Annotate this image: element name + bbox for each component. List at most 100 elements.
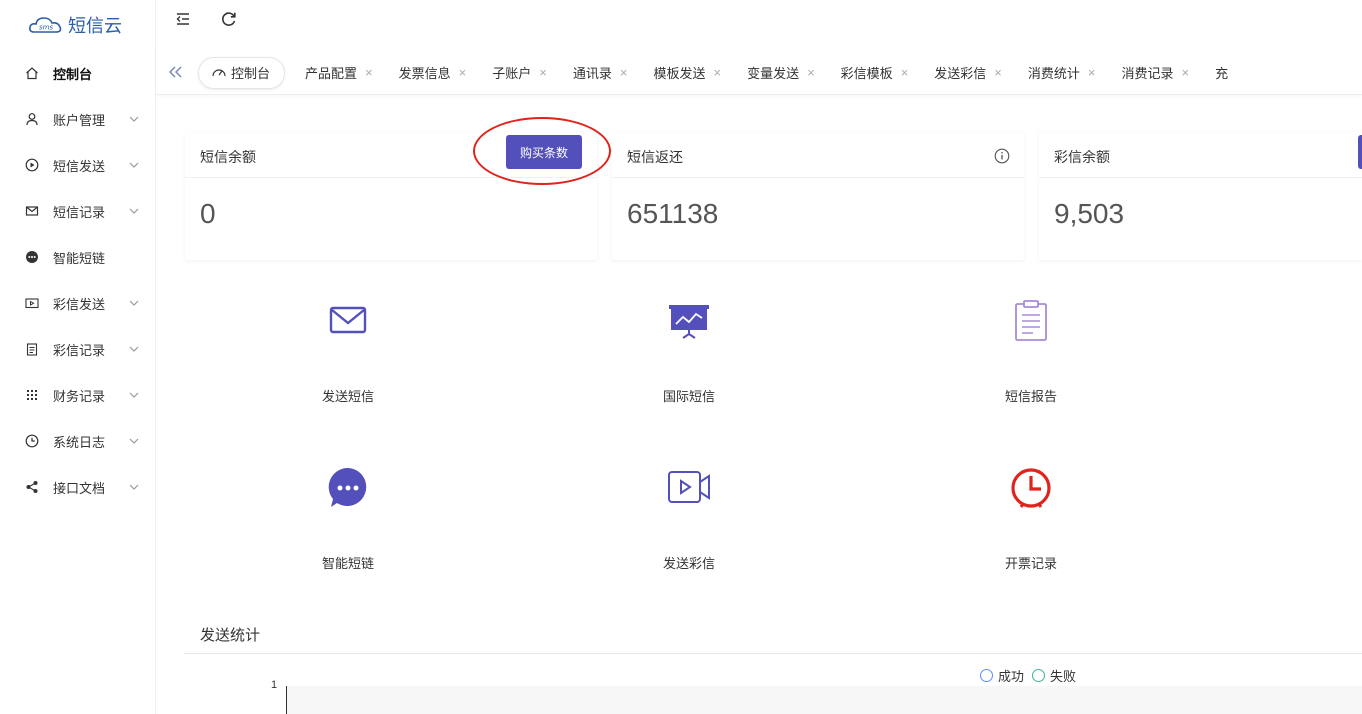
info-icon[interactable] [994, 148, 1010, 164]
quick-link-label: 发送短信 [321, 389, 374, 404]
tab-label: 产品配置 [305, 66, 358, 81]
quick-link-label: 开票记录 [1004, 556, 1057, 571]
alarm-clock-icon [1011, 468, 1051, 508]
quick-link-send-partial[interactable]: 发 [1294, 296, 1362, 405]
tab-sub-account[interactable]: 子账户 × [492, 57, 547, 89]
logo-badge: sms [39, 24, 53, 32]
card-header: 彩信余额 [1039, 132, 1362, 178]
sidebar-item-mms-send[interactable]: 彩信发送 [0, 280, 155, 326]
card-sms-balance: 短信余额 购买条数 0 [185, 132, 597, 260]
tab-recharge-partial[interactable]: 充 [1215, 57, 1228, 89]
chat-dots-icon [328, 467, 367, 507]
close-icon[interactable]: × [365, 65, 373, 80]
envelope-icon [329, 306, 367, 334]
sidebar-item-sms-records[interactable]: 短信记录 [0, 188, 155, 234]
sidebar-item-label: 系统日志 [53, 434, 106, 450]
sidebar-item-sms-send[interactable]: 短信发送 [0, 142, 155, 188]
close-icon[interactable]: × [807, 65, 815, 80]
close-icon[interactable]: × [1088, 65, 1096, 80]
clipboard-report-icon [1015, 300, 1047, 341]
sidebar-item-system-log[interactable]: 系统日志 [0, 418, 155, 464]
tab-send-mms[interactable]: 发送彩信 × [934, 57, 1002, 89]
chevron-down-icon [129, 392, 139, 398]
close-icon[interactable]: × [994, 65, 1002, 80]
tab-label: 消费统计 [1027, 66, 1080, 81]
sidebar-item-finance[interactable]: 财务记录 [0, 372, 155, 418]
collapse-menu-icon[interactable] [174, 10, 192, 28]
tab-variable-send[interactable]: 变量发送 × [747, 57, 815, 89]
list-icon [1350, 296, 1362, 344]
tab-consumption-records[interactable]: 消费记录 × [1122, 57, 1190, 89]
tab-label: 模板发送 [653, 66, 706, 81]
sidebar-item-label: 账户管理 [53, 112, 106, 128]
sidebar-item-label: 短信发送 [53, 158, 106, 174]
chevron-down-icon [129, 484, 139, 490]
quick-link-label: 发 [1294, 386, 1362, 405]
tab-label: 通讯录 [572, 66, 612, 81]
close-icon[interactable]: × [1182, 65, 1190, 80]
tab-consumption-stats[interactable]: 消费统计 × [1028, 57, 1096, 89]
legend-marker [1032, 669, 1046, 682]
refresh-icon[interactable] [220, 10, 238, 28]
tab-bar: 控制台 产品配置 × 发票信息 × 子账户 × 通讯录 × 模板发送 × 变量发送 × 彩信… [156, 50, 1362, 95]
legend-label: 成功 [998, 669, 1025, 684]
logo[interactable]: sms 短信云 [0, 0, 155, 50]
close-icon[interactable]: × [539, 65, 547, 80]
tab-label: 子账户 [492, 66, 532, 81]
sidebar-item-label: 控制台 [53, 66, 93, 82]
sidebar-item-smart-link[interactable]: 智能短链 [0, 234, 155, 280]
tab-label: 充 [1215, 66, 1229, 81]
sidebar-item-account[interactable]: 账户管理 [0, 96, 155, 142]
legend-item-success[interactable]: 成功 [980, 666, 1024, 685]
tab-label: 控制台 [231, 66, 271, 81]
quick-link-invoice-records[interactable]: 开票记录 [951, 463, 1111, 572]
video-icon [25, 296, 39, 310]
speedometer-icon [212, 68, 226, 76]
sidebar-item-api-docs[interactable]: 接口文档 [0, 464, 155, 510]
legend-item-failed[interactable]: 失败 [1032, 666, 1076, 685]
clock-icon [25, 434, 39, 448]
double-chevron-left-icon[interactable] [166, 63, 184, 81]
tab-contacts[interactable]: 通讯录 × [573, 57, 628, 89]
sidebar-item-dashboard[interactable]: 控制台 [0, 50, 155, 96]
quick-link-smart-link[interactable]: 智能短链 [268, 463, 428, 572]
close-icon[interactable]: × [620, 65, 628, 80]
quick-link-contacts-partial[interactable]: 通 [1294, 463, 1362, 572]
quick-link-intl-sms[interactable]: 国际短信 [609, 296, 769, 405]
buy-quota-button[interactable]: 购买条数 [506, 135, 582, 169]
close-icon[interactable]: × [713, 65, 721, 80]
tab-mms-template[interactable]: 彩信模板 × [841, 57, 909, 89]
grid-icon [25, 388, 39, 402]
tab-template-send[interactable]: 模板发送 × [653, 57, 721, 89]
mms-buy-button-partial[interactable] [1358, 135, 1362, 169]
sidebar-item-label: 接口文档 [53, 480, 106, 496]
sidebar-item-label: 彩信记录 [53, 342, 106, 358]
close-icon[interactable]: × [901, 65, 909, 80]
sidebar-item-label: 财务记录 [53, 388, 106, 404]
quick-link-send-mms[interactable]: 发送彩信 [609, 463, 769, 572]
card-sms-refund: 短信返还 651138 [612, 132, 1024, 260]
tab-product-config[interactable]: 产品配置 × [305, 57, 373, 89]
cloud-logo-icon: sms [29, 17, 62, 33]
chat-bubble-icon [25, 250, 39, 264]
close-icon[interactable]: × [459, 65, 467, 80]
quick-link-label: 通 [1294, 553, 1362, 572]
tab-invoice-info[interactable]: 发票信息 × [399, 57, 467, 89]
sidebar-item-mms-records[interactable]: 彩信记录 [0, 326, 155, 372]
card-title: 彩信余额 [1054, 149, 1110, 165]
sidebar-item-label: 短信记录 [53, 204, 106, 220]
user-icon [25, 112, 39, 126]
legend-label: 失败 [1050, 669, 1077, 684]
person-icon [1350, 463, 1362, 511]
presentation-board-icon [669, 305, 709, 339]
tab-dashboard[interactable]: 控制台 [198, 56, 286, 89]
quick-link-sms-report[interactable]: 短信报告 [951, 296, 1111, 405]
quick-link-send-sms[interactable]: 发送短信 [268, 296, 428, 405]
chevron-down-icon [129, 116, 139, 122]
quick-link-label: 智能短链 [321, 556, 374, 571]
y-axis-tick-label: 1 [271, 679, 278, 691]
tab-label: 发送彩信 [934, 66, 987, 81]
chevron-down-icon [129, 438, 139, 444]
quick-link-label: 短信报告 [1004, 389, 1057, 404]
top-toolbar [156, 0, 1362, 50]
